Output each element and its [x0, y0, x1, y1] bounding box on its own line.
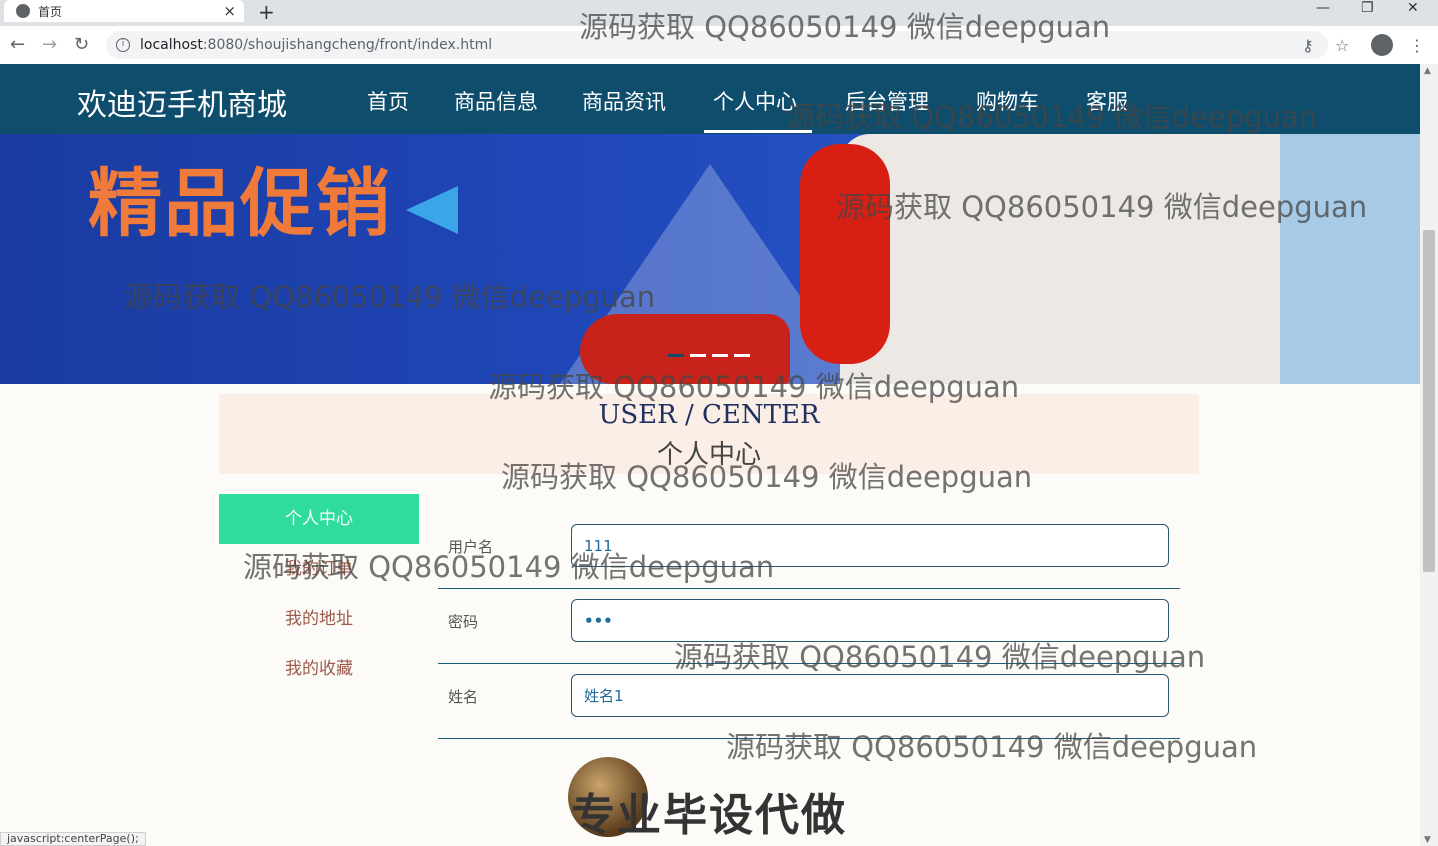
scroll-down-icon[interactable]: ▼: [1424, 835, 1431, 845]
banner-sleeve-blue: [1280, 134, 1420, 384]
user-center-header: USER / CENTER 个人中心: [219, 394, 1199, 474]
new-tab-button[interactable]: +: [258, 0, 275, 24]
name-field[interactable]: [571, 674, 1169, 717]
browser-tab[interactable]: 首页 ×: [4, 0, 244, 22]
username-field[interactable]: [571, 524, 1169, 567]
name-label: 姓名: [448, 688, 479, 706]
browser-status-bar: javascript:centerPage();: [0, 832, 146, 846]
window-close-button[interactable]: ✕: [1407, 0, 1419, 16]
url-bar[interactable]: i localhost:8080/shoujishangcheng/front/…: [106, 31, 1328, 59]
banner-promo-title: 精品促销: [88, 161, 392, 247]
tab-strip: 首页 × + — ❐ ✕: [0, 0, 1438, 24]
nav-user-center[interactable]: 个人中心: [713, 86, 797, 116]
tab-close-icon[interactable]: ×: [223, 2, 236, 20]
nav-products[interactable]: 商品信息: [454, 86, 538, 116]
star-icon[interactable]: ☆: [1335, 36, 1349, 55]
header-title-zh: 个人中心: [656, 440, 761, 470]
site-navbar: 欢迪迈手机商城 首页 商品信息 商品资讯 个人中心 后台管理 购物车 客服: [0, 64, 1420, 134]
tab-title: 首页: [38, 4, 63, 19]
side-item-addresses[interactable]: 我的地址: [219, 594, 419, 644]
carousel-dot[interactable]: [668, 354, 684, 357]
carousel-dot[interactable]: [690, 354, 706, 357]
minimize-button[interactable]: —: [1316, 0, 1330, 16]
username-label: 用户名: [448, 538, 494, 556]
carousel-dot[interactable]: [734, 354, 750, 357]
scrollbar-thumb[interactable]: [1423, 230, 1435, 572]
form-row-name: 姓名: [438, 664, 1180, 739]
carousel-dot[interactable]: [712, 354, 728, 357]
scroll-up-icon[interactable]: ▲: [1424, 66, 1431, 76]
forward-button[interactable]: →: [42, 34, 57, 55]
page-viewport: 欢迪迈手机商城 首页 商品信息 商品资讯 个人中心 后台管理 购物车 客服 精品…: [0, 64, 1420, 846]
side-item-favorites[interactable]: 我的收藏: [219, 644, 419, 694]
form-row-photo: 专业毕设代做: [438, 739, 1180, 846]
banner-sleeve-red: [800, 144, 890, 364]
url-host: localhost: [140, 37, 203, 53]
password-label: 密码: [448, 613, 479, 631]
nav-home[interactable]: 首页: [367, 86, 409, 116]
restore-button[interactable]: ❐: [1361, 0, 1374, 16]
form-row-password: 密码: [438, 589, 1180, 664]
banner-small-triangle: [406, 186, 458, 234]
url-path: :8080/shoujishangcheng/front/index.html: [202, 37, 493, 53]
key-icon[interactable]: ⚷: [1302, 36, 1314, 55]
site-brand[interactable]: 欢迪迈手机商城: [77, 80, 287, 124]
nav-service[interactable]: 客服: [1086, 86, 1128, 116]
browser-menu-icon[interactable]: ⋮: [1409, 36, 1425, 55]
profile-avatar-icon[interactable]: [1371, 34, 1393, 56]
side-item-orders[interactable]: 我的订单: [219, 544, 419, 594]
banner-shoe: [580, 314, 790, 384]
profile-form: 用户名 密码 姓名 专业毕设代做: [438, 514, 1180, 846]
photo-overlay-text: 专业毕设代做: [571, 790, 847, 841]
user-side-menu: 个人中心 我的订单 我的地址 我的收藏: [219, 494, 419, 694]
back-button[interactable]: ←: [10, 34, 25, 55]
globe-icon: [16, 4, 30, 18]
nav-cart[interactable]: 购物车: [976, 86, 1039, 116]
nav-active-indicator: [704, 130, 812, 133]
carousel-indicators: [668, 354, 750, 357]
info-icon[interactable]: i: [116, 38, 130, 52]
reload-button[interactable]: ↻: [74, 34, 89, 55]
nav-news[interactable]: 商品资讯: [582, 86, 666, 116]
side-item-user-center[interactable]: 个人中心: [219, 494, 419, 544]
banner-model: [840, 134, 1280, 384]
promo-banner[interactable]: 精品促销: [0, 134, 1420, 384]
nav-admin[interactable]: 后台管理: [845, 86, 929, 116]
form-row-username: 用户名: [438, 514, 1180, 589]
password-field[interactable]: [571, 599, 1169, 642]
header-title-en: USER / CENTER: [598, 400, 820, 430]
